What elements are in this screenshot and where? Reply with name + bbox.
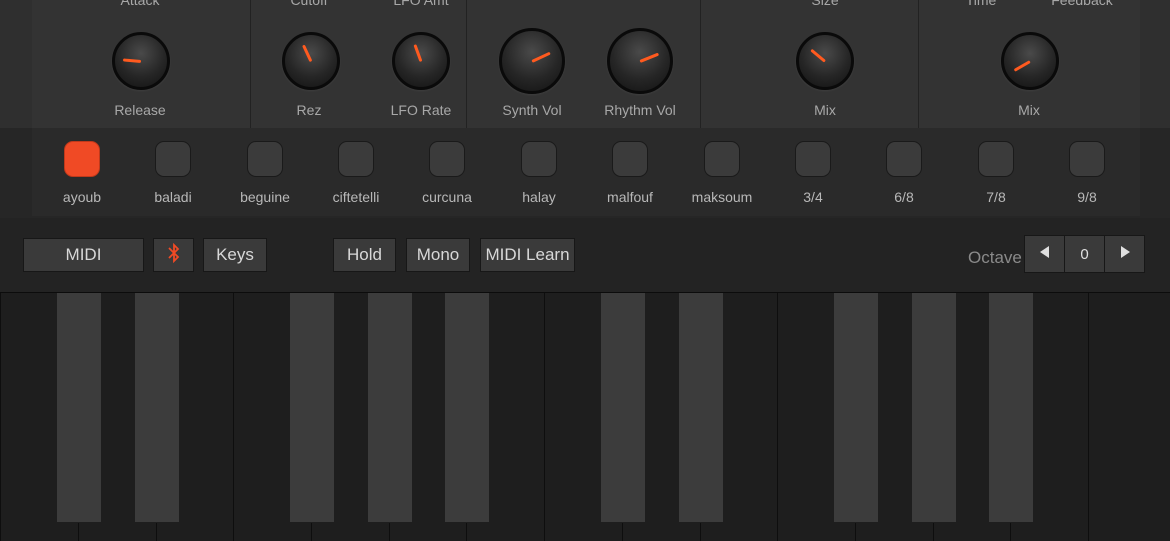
black-key[interactable] (445, 293, 489, 522)
bluetooth-button[interactable] (153, 238, 194, 272)
rhythm-label: 9/8 (1077, 189, 1097, 205)
white-key-edge (622, 523, 623, 541)
synth-vol-knob[interactable] (499, 28, 565, 94)
white-key-edge (0, 293, 1, 541)
rhythm-pad-6-8[interactable] (886, 141, 922, 177)
midi-learn-button[interactable]: MIDI Learn (480, 238, 575, 272)
white-key-edge (1088, 293, 1089, 541)
octave-label: Octave (968, 248, 1022, 267)
cutoff-label: Cutoff (290, 0, 328, 8)
octave-value: 0 (1064, 235, 1105, 273)
white-key-edge (78, 523, 79, 541)
rhythm-pad-3-4[interactable] (795, 141, 831, 177)
octave-down-button[interactable] (1024, 235, 1065, 273)
white-key-edge (933, 523, 934, 541)
attack-label: Attack (120, 0, 160, 8)
delay-mix-label: Mix (1018, 102, 1040, 118)
triangle-left-icon (1039, 245, 1050, 263)
black-key[interactable] (834, 293, 878, 522)
rhythm-pad-malfouf[interactable] (612, 141, 648, 177)
triangle-right-icon (1120, 245, 1130, 263)
white-key-edge (466, 523, 467, 541)
reverb-mix-label: Mix (814, 102, 836, 118)
rhythm-label: 6/8 (894, 189, 914, 205)
black-key[interactable] (989, 293, 1033, 522)
white-key-edge (777, 293, 778, 541)
rhythm-label: baladi (154, 189, 192, 205)
white-key-edge (389, 523, 390, 541)
rez-label: Rez (296, 102, 322, 118)
controls-bar: MIDI Keys Hold Mono MIDI Learn Octave 0 (0, 218, 1170, 292)
rhythm-label: halay (522, 189, 556, 205)
rhythm-pad-7-8[interactable] (978, 141, 1014, 177)
rhythm-pad-curcuna[interactable] (429, 141, 465, 177)
feedback-label: Feedback (1051, 0, 1113, 8)
rhythm-pad-maksoum[interactable] (704, 141, 740, 177)
rez-knob[interactable] (282, 32, 340, 90)
hold-button[interactable]: Hold (333, 238, 396, 272)
lfo-rate-label: LFO Rate (390, 102, 452, 118)
rhythm-label: 3/4 (803, 189, 823, 205)
rhythm-pad-9-8[interactable] (1069, 141, 1105, 177)
rhythm-label: malfouf (607, 189, 653, 205)
rhythm-label: maksoum (691, 189, 753, 205)
white-key-edge (156, 523, 157, 541)
black-key[interactable] (290, 293, 334, 522)
rhythm-label: 7/8 (986, 189, 1006, 205)
divider (700, 0, 701, 128)
white-key-edge (855, 523, 856, 541)
lfo-rate-knob[interactable] (392, 32, 450, 90)
reverb-mix-knob[interactable] (796, 32, 854, 90)
white-key-edge (233, 293, 234, 541)
black-key[interactable] (912, 293, 956, 522)
rhythm-strip: ayoub baladi beguine ciftetelli curcuna … (0, 128, 1170, 218)
bluetooth-icon (167, 242, 180, 268)
rhythm-vol-label: Rhythm Vol (604, 102, 676, 118)
rhythm-pad-ayoub[interactable] (64, 141, 100, 177)
synth-panel: Attack Cutoff LFO Amt Size Time Feedback… (0, 0, 1170, 128)
keys-button[interactable]: Keys (203, 238, 267, 272)
rhythm-pad-halay[interactable] (521, 141, 557, 177)
rhythm-pad-beguine[interactable] (247, 141, 283, 177)
octave-up-button[interactable] (1104, 235, 1145, 273)
mono-button[interactable]: Mono (406, 238, 470, 272)
black-key[interactable] (57, 293, 101, 522)
white-key-edge (311, 523, 312, 541)
rhythm-label: beguine (240, 189, 290, 205)
release-label: Release (114, 102, 166, 118)
rhythm-label: ciftetelli (332, 189, 380, 205)
rhythm-label: ayoub (62, 189, 102, 205)
size-label: Size (811, 0, 839, 8)
white-key-edge (1010, 523, 1011, 541)
white-key-edge (544, 293, 545, 541)
rhythm-vol-knob[interactable] (607, 28, 673, 94)
black-key[interactable] (368, 293, 412, 522)
white-key-edge (700, 523, 701, 541)
black-key[interactable] (679, 293, 723, 522)
lfo-amt-label: LFO Amt (393, 0, 449, 8)
midi-button[interactable]: MIDI (23, 238, 144, 272)
black-key[interactable] (135, 293, 179, 522)
synth-vol-label: Synth Vol (502, 102, 562, 118)
release-knob[interactable] (112, 32, 170, 90)
black-key[interactable] (601, 293, 645, 522)
delay-mix-knob[interactable] (1001, 32, 1059, 90)
divider (918, 0, 919, 128)
piano-keyboard[interactable] (0, 292, 1170, 541)
rhythm-pad-baladi[interactable] (155, 141, 191, 177)
rhythm-label: curcuna (422, 189, 472, 205)
rhythm-pad-ciftetelli[interactable] (338, 141, 374, 177)
